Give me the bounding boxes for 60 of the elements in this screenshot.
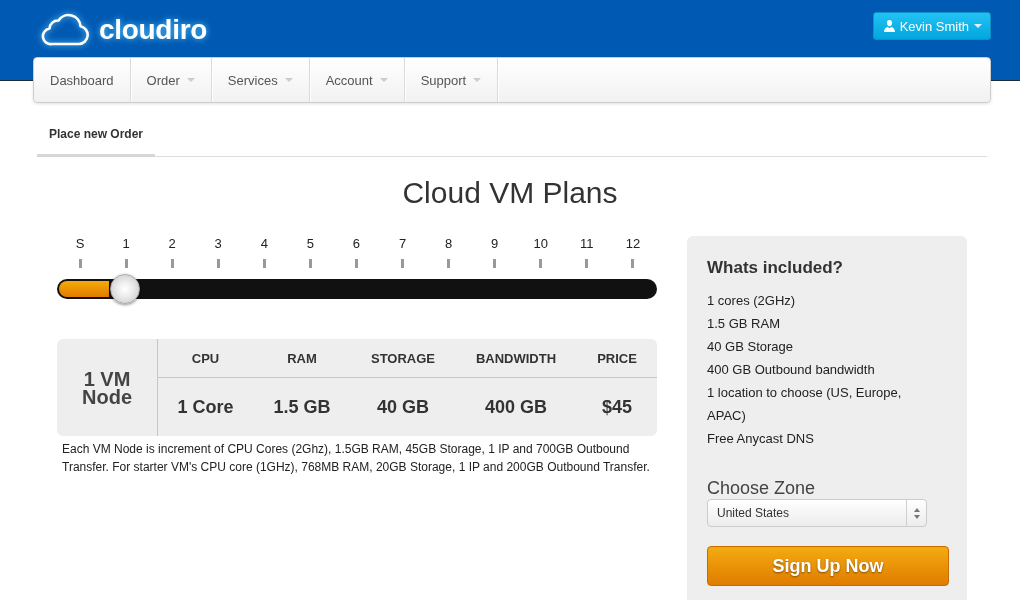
spec-value: $45 (601, 396, 632, 418)
spec-value: 400 GB (484, 396, 547, 418)
included-item: 1.5 GB RAM (707, 315, 781, 333)
tab[interactable]: Place new Order (37, 113, 156, 157)
select-arrows-icon (913, 507, 920, 519)
node-label: 1 VM Node (81, 369, 133, 406)
scale-label: S (75, 236, 85, 252)
scale-label: 7 (398, 236, 407, 252)
nav-link[interactable]: Order (130, 58, 212, 102)
scale-tick-icon (447, 259, 451, 268)
scale-tick-icon (170, 259, 174, 268)
scale-label: 8 (445, 236, 453, 252)
spec-value: 40 GB (377, 396, 429, 418)
scale-label: 5 (306, 236, 314, 252)
scale-tick-icon (585, 259, 589, 268)
scale-label: 3 (214, 236, 222, 252)
nav-link[interactable]: Dashboard (34, 58, 131, 102)
cloud-logo-icon (40, 11, 90, 47)
zone-label: Choose Zone (707, 477, 817, 499)
column-header: PRICE (597, 350, 637, 366)
scale-tick-icon (124, 259, 128, 268)
scale-tick-icon (78, 259, 82, 268)
scale-label: 4 (260, 236, 268, 252)
included-item: 40 GB Storage (707, 338, 794, 356)
scale-tick-icon (401, 259, 405, 268)
scale-tick-icon (216, 259, 220, 268)
caret-icon (974, 24, 982, 28)
included-item: 1 location to choose (US, Europe, APAC) (707, 384, 903, 425)
scale-label: 1 (122, 236, 130, 252)
scale-label: 11 (580, 236, 594, 252)
nav-link[interactable]: Support (404, 58, 499, 102)
user-icon (883, 20, 895, 32)
scale-label: 10 (533, 236, 548, 252)
scale-tick-icon (308, 259, 312, 268)
spec-value: 1.5 GB (273, 396, 331, 418)
column-header: STORAGE (370, 350, 436, 366)
nav-link[interactable]: Services (211, 58, 310, 102)
column-header: RAM (287, 350, 317, 366)
zone-select[interactable]: United States (707, 499, 927, 527)
logo-text: cloudiro (99, 14, 208, 46)
included-item: Free Anycast DNS (707, 430, 815, 448)
scale-label: 9 (491, 236, 499, 252)
page-title: Cloud VM Plans (401, 175, 619, 211)
scale-tick-icon (631, 259, 635, 268)
scale-label: 6 (352, 236, 361, 252)
plan-note: Each VM Node is increment of CPU Cores (2Ghz), 1.5GB RAM, 45GB Storage, 1 IP and 700GB Outbound Transfer. For starter VM's CPU core (1GHz), 768MB RAM, 20GB Storage, 1 IP and 200GB Outbound Transfer. (62, 441, 651, 476)
included-heading: Whats included? (707, 257, 844, 279)
scale-tick-icon (262, 259, 266, 268)
included-item: 1 cores (2GHz) (707, 292, 797, 310)
column-header: CPU (191, 350, 220, 366)
included-item: 400 GB Outbound bandwidth (707, 361, 876, 379)
scale-tick-icon (354, 259, 358, 268)
scale-label: 12 (625, 236, 641, 252)
scale-tick-icon (539, 259, 543, 268)
slider-thumb[interactable] (109, 274, 140, 304)
nav-link[interactable]: Account (309, 58, 405, 102)
scale-tick-icon (493, 259, 497, 268)
spec-value: 1 Core (177, 396, 234, 418)
column-header: BANDWIDTH (475, 350, 557, 366)
scale-label: 2 (168, 236, 176, 252)
